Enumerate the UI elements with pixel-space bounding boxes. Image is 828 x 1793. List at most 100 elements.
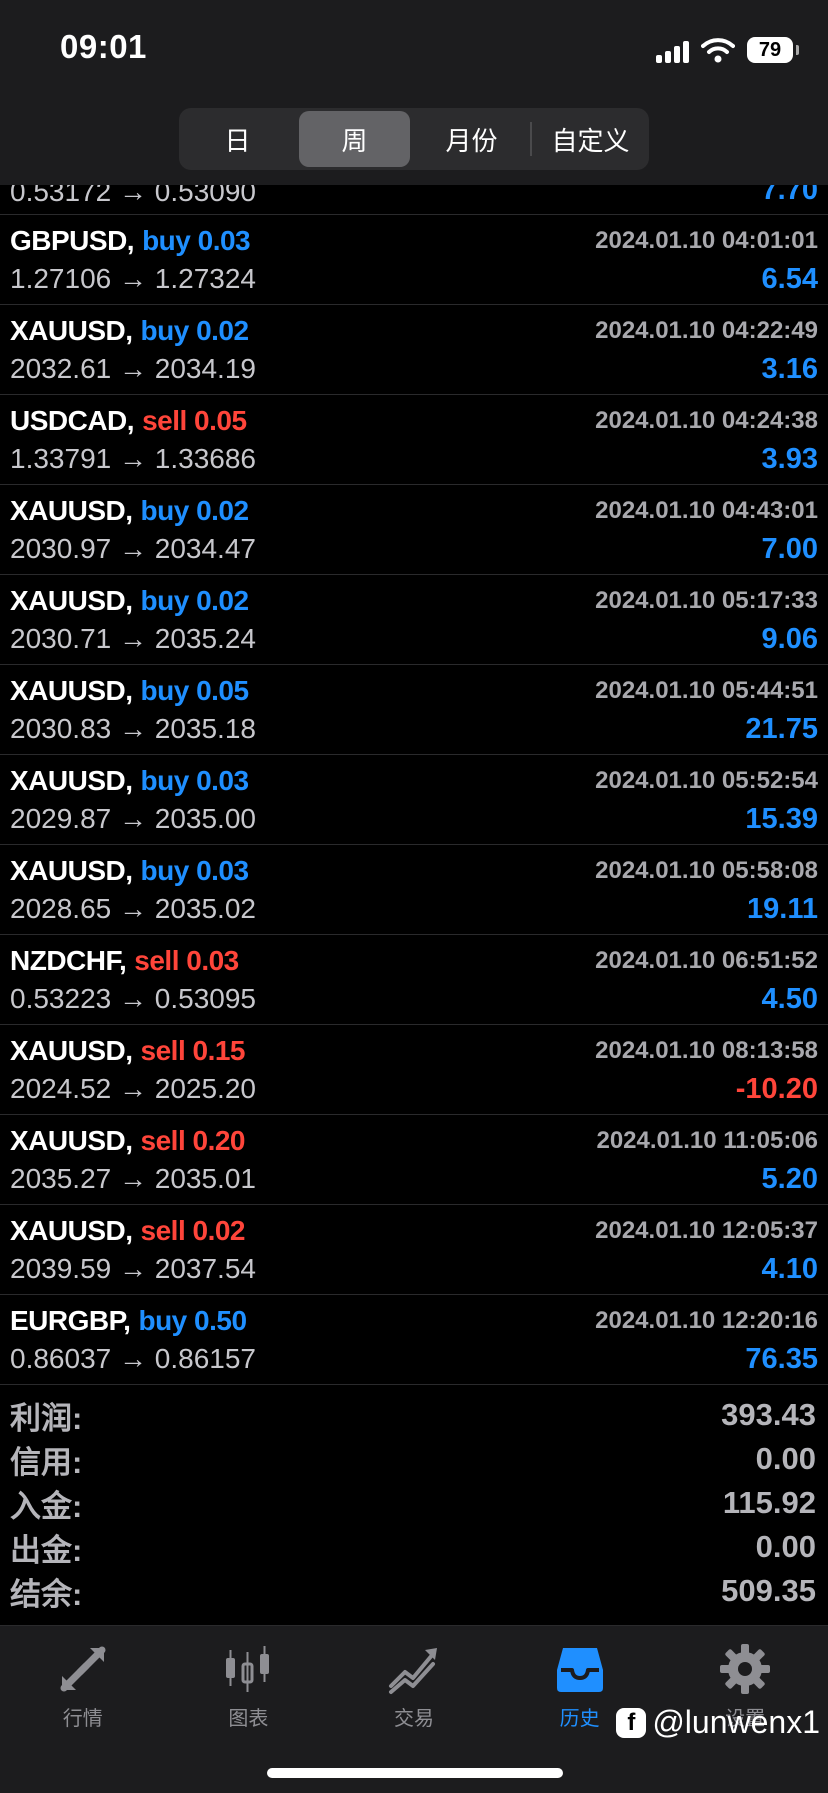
trade-profit: 21.75 [745,713,818,745]
trade-prices: 2035.27 → 2035.01 [10,1163,256,1194]
trade-time: 2024.01.10 05:52:54 [595,767,818,794]
trade-time: 2024.01.10 12:05:37 [595,1217,818,1244]
tab-quotes[interactable]: 行情 [0,1626,166,1731]
trade-time: 2024.01.10 05:58:08 [595,857,818,884]
trade-prices: 2030.83 → 2035.18 [10,713,256,744]
trade-profit: -10.20 [735,1073,818,1105]
trade-action: buy 0.03 [142,225,251,256]
tab-custom[interactable]: 自定义 [535,111,646,167]
trade-symbol: XAUUSD, [10,1035,133,1066]
trade-trend-icon [388,1648,437,1694]
tab-chart[interactable]: 图表 [166,1626,332,1731]
status-time: 09:01 [60,28,147,65]
summary-label: 结余: [10,1576,83,1612]
table-row[interactable]: XAUUSD, sell 0.20 2024.01.10 11:05:06 203… [0,1115,828,1205]
home-indicator [267,1768,563,1778]
trade-time: 2024.01.10 04:22:49 [595,317,818,344]
trade-profit: 3.93 [761,443,818,475]
trade-prices: 2039.59 → 2037.54 [10,1253,256,1284]
wifi-icon [701,38,735,63]
summary-profit: 利润: 393.43 [0,1393,828,1437]
trade-action: sell 0.03 [134,945,239,976]
battery-icon: 79 [747,37,799,63]
trade-symbol: XAUUSD, [10,855,133,886]
candlestick-chart-icon [226,1646,270,1692]
summary-value: 393.43 [721,1397,816,1432]
trade-profit: 3.16 [761,353,818,385]
summary-label: 信用: [10,1444,83,1480]
trade-profit: 6.54 [761,263,818,295]
summary-credit: 信用: 0.00 [0,1437,828,1481]
trade-profit: 7.00 [761,533,818,565]
summary-value: 0.00 [755,1529,816,1564]
segment-divider [530,122,532,156]
trade-action: buy 0.02 [140,495,250,526]
period-segmented-control: 日 周 月份 自定义 [179,108,649,170]
summary-label: 出金: [10,1532,83,1568]
table-row[interactable]: XAUUSD, buy 0.03 2024.01.10 05:52:54 2029… [0,755,828,845]
watermark-text: @lunwenx1 [652,1704,820,1740]
table-row[interactable]: XAUUSD, buy 0.02 2024.01.10 04:22:49 2032… [0,305,828,395]
table-row[interactable]: XAUUSD, sell 0.02 2024.01.10 12:05:37 203… [0,1205,828,1295]
trade-symbol: XAUUSD, [10,315,133,346]
summary-value: 509.35 [721,1573,816,1608]
top-bar: 09:01 79 日 周 月份 自定义 [0,0,828,185]
table-row[interactable]: XAUUSD, sell 0.15 2024.01.10 08:13:58 202… [0,1025,828,1115]
table-row[interactable]: XAUUSD, buy 0.03 2024.01.10 05:58:08 2028… [0,845,828,935]
trade-action: sell 0.02 [140,1215,246,1246]
summary-value: 115.92 [722,1485,816,1520]
trade-profit: 4.10 [761,1253,818,1285]
tab-week[interactable]: 周 [299,111,410,167]
trade-time: 2024.01.10 05:17:33 [595,587,818,614]
trade-action: buy 0.05 [140,675,250,706]
trade-action: buy 0.50 [138,1305,247,1336]
tab-day[interactable]: 日 [182,111,293,167]
table-row[interactable]: GBPUSD, buy 0.03 2024.01.10 04:01:01 1.27… [0,215,828,305]
trade-time: 2024.01.10 04:24:38 [595,407,818,434]
summary-withdrawal: 出金: 0.00 [0,1525,828,1569]
tab-month[interactable]: 月份 [416,111,527,167]
summary-label: 利润: [10,1400,83,1436]
watermark: f @lunwenx1 [616,1704,820,1741]
trade-action: sell 0.20 [140,1125,246,1156]
trade-prices: 1.27106 → 1.27324 [10,263,256,294]
trade-symbol: XAUUSD, [10,675,133,706]
table-row[interactable]: EURGBP, buy 0.50 2024.01.10 12:20:16 0.86… [0,1295,828,1385]
trade-action: sell 0.15 [140,1035,246,1066]
facebook-icon: f [616,1707,647,1738]
trade-prices: 2028.65 → 2035.02 [10,893,256,924]
summary-label: 入金: [10,1488,83,1524]
trade-time: 2024.01.10 04:01:01 [595,227,818,254]
table-row[interactable]: XAUUSD, buy 0.02 2024.01.10 05:17:33 2030… [0,575,828,665]
account-summary: 利润: 393.43 信用: 0.00 入金: 115.92 出金: 0.00 结余: 5… [0,1393,828,1613]
trade-prices: 2030.71 → 2035.24 [10,623,256,654]
table-row[interactable]: USDCAD, sell 0.05 2024.01.10 04:24:38 1.3… [0,395,828,485]
trade-action: buy 0.02 [140,585,250,616]
table-row[interactable]: XAUUSD, buy 0.02 2024.01.10 04:43:01 2030… [0,485,828,575]
gear-icon [720,1644,771,1694]
tab-trade[interactable]: 交易 [331,1626,497,1731]
trade-action: sell 0.05 [142,405,247,436]
tab-label: 行情 [62,1708,103,1730]
trade-prices: 2030.97 → 2034.47 [10,533,256,564]
trade-profit: 19.11 [747,893,818,925]
trade-history-list[interactable]: 0.53172 → 0.53090 7.70 GBPUSD, buy 0.03 2… [0,160,828,1385]
trade-symbol: XAUUSD, [10,1215,133,1246]
trade-profit: 76.35 [745,1343,818,1375]
trade-time: 2024.01.10 04:43:01 [595,497,818,524]
table-row[interactable]: NZDCHF, sell 0.03 2024.01.10 06:51:52 0.5… [0,935,828,1025]
trade-prices: 2029.87 → 2035.00 [10,803,256,834]
trade-symbol: XAUUSD, [10,765,133,796]
trade-time: 2024.01.10 11:05:06 [596,1127,818,1154]
trade-time: 2024.01.10 06:51:52 [595,947,818,974]
bottom-tab-bar: 行情 图表 交易 历史 设置 f @lunwenx1 [0,1625,828,1793]
cellular-signal-icon [656,37,689,63]
table-row[interactable]: XAUUSD, buy 0.05 2024.01.10 05:44:51 2030… [0,665,828,755]
trade-symbol: EURGBP, [10,1305,131,1336]
history-inbox-icon [556,1648,603,1692]
trade-profit: 5.20 [761,1163,818,1195]
trade-profit: 15.39 [745,803,818,835]
trade-symbol: XAUUSD, [10,1125,133,1156]
trade-symbol: XAUUSD, [10,585,133,616]
summary-value: 0.00 [755,1441,816,1476]
